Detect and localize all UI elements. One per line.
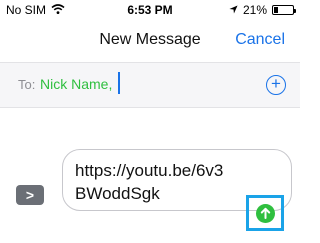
expand-apps-button[interactable]: > bbox=[16, 185, 44, 205]
text-cursor bbox=[118, 72, 120, 94]
composer-bar: > https://youtu.be/6v3BWoddSgk bbox=[0, 143, 300, 243]
battery-cap bbox=[294, 9, 296, 13]
recipient-field[interactable]: To: Nick Name, + bbox=[0, 62, 300, 108]
battery-fill bbox=[274, 7, 278, 13]
battery-icon bbox=[272, 5, 296, 15]
plus-circle-icon: + bbox=[271, 74, 281, 93]
nav-bar: New Message Cancel bbox=[0, 20, 300, 60]
send-button[interactable] bbox=[256, 204, 275, 223]
to-label: To: bbox=[18, 77, 36, 92]
chevron-right-icon: > bbox=[25, 187, 35, 203]
battery-percent: 21% bbox=[242, 3, 267, 17]
status-right: 21% bbox=[229, 3, 296, 17]
location-arrow-icon bbox=[229, 3, 238, 17]
recipient-token[interactable]: Nick Name, bbox=[40, 76, 112, 92]
arrow-up-icon bbox=[260, 207, 271, 219]
add-recipient-button[interactable]: + bbox=[266, 75, 286, 95]
cancel-button[interactable]: Cancel bbox=[235, 31, 285, 49]
message-text: https://youtu.be/6v3BWoddSgk bbox=[75, 161, 224, 203]
status-bar: No SIM 6:53 PM 21% bbox=[0, 0, 300, 20]
